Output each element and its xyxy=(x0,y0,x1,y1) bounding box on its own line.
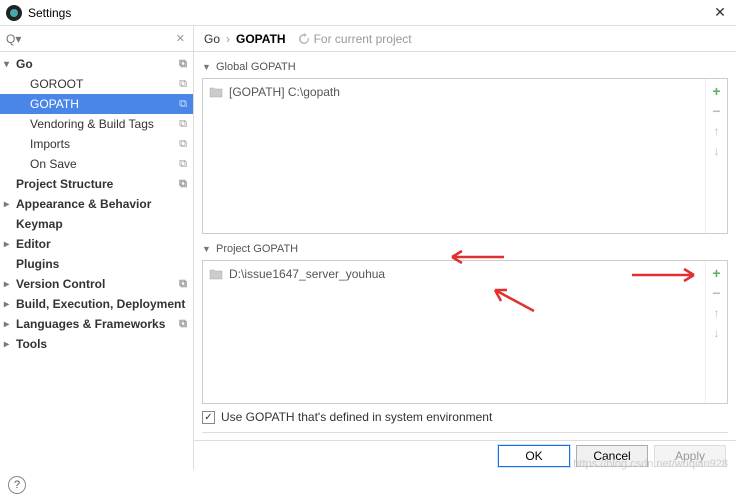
chevron-right-icon: ▸ xyxy=(4,339,14,350)
sidebar-item-build-execution-deployment[interactable]: ▸Build, Execution, Deployment xyxy=(0,294,193,314)
chevron-right-icon: › xyxy=(226,32,230,46)
chevron-down-icon: ▾ xyxy=(4,59,14,70)
settings-tree[interactable]: ▾Go⧉GOROOT⧉GOPATH⧉Vendoring & Build Tags… xyxy=(0,52,193,470)
breadcrumb-scope: For current project xyxy=(298,32,412,46)
global-gopath-list: [GOPATH] C:\gopath + − ↑ ↓ xyxy=(202,78,728,234)
chevron-right-icon: ▸ xyxy=(4,199,14,210)
sidebar-item-editor[interactable]: ▸Editor xyxy=(0,234,193,254)
project-scope-icon: ⧉ xyxy=(179,118,187,131)
sidebar-item-project-structure[interactable]: Project Structure⧉ xyxy=(0,174,193,194)
remove-project-gopath-button[interactable]: − xyxy=(709,285,725,301)
chevron-right-icon: ▸ xyxy=(4,299,14,310)
project-scope-icon: ⧉ xyxy=(179,78,187,91)
help-button[interactable]: ? xyxy=(8,476,26,494)
add-global-gopath-button[interactable]: + xyxy=(709,83,725,99)
search-clear-icon[interactable]: ✕ xyxy=(172,32,189,45)
chevron-right-icon: ▶ xyxy=(202,440,212,441)
chevron-down-icon: ▼ xyxy=(202,62,212,72)
breadcrumb-top[interactable]: Go xyxy=(204,32,220,46)
project-scope-icon: ⧉ xyxy=(179,278,187,291)
sidebar-item-plugins[interactable]: Plugins xyxy=(0,254,193,274)
add-project-gopath-button[interactable]: + xyxy=(709,265,725,281)
sidebar-item-vendoring-build-tags[interactable]: Vendoring & Build Tags⧉ xyxy=(0,114,193,134)
chevron-down-icon: ▼ xyxy=(202,244,212,254)
breadcrumb: Go › GOPATH For current project xyxy=(194,26,736,52)
sidebar-item-appearance-behavior[interactable]: ▸Appearance & Behavior xyxy=(0,194,193,214)
project-gopath-list: D:\issue1647_server_youhua + − ↑ ↓ xyxy=(202,260,728,404)
remove-global-gopath-button[interactable]: − xyxy=(709,103,725,119)
sidebar-item-on-save[interactable]: On Save⧉ xyxy=(0,154,193,174)
ok-button[interactable]: OK xyxy=(498,445,570,467)
search-input[interactable] xyxy=(4,30,172,48)
sidebar-item-tools[interactable]: ▸Tools xyxy=(0,334,193,354)
sidebar-item-go[interactable]: ▾Go⧉ xyxy=(0,54,193,74)
sidebar-item-languages-frameworks[interactable]: ▸Languages & Frameworks⧉ xyxy=(0,314,193,334)
chevron-right-icon: ▸ xyxy=(4,319,14,330)
list-item[interactable]: D:\issue1647_server_youhua xyxy=(209,265,699,283)
move-down-button[interactable]: ↓ xyxy=(709,325,725,341)
sidebar-item-gopath[interactable]: GOPATH⧉ xyxy=(0,94,193,114)
move-up-button[interactable]: ↑ xyxy=(709,123,725,139)
project-scope-icon: ⧉ xyxy=(179,158,187,171)
chevron-right-icon: ▸ xyxy=(4,279,14,290)
section-module-gopath-header[interactable]: ▶ Module GOPATH xyxy=(202,432,728,440)
project-scope-icon: ⧉ xyxy=(179,98,187,111)
use-env-gopath-checkbox[interactable]: ✓ Use GOPATH that's defined in system en… xyxy=(202,410,728,424)
sidebar-item-goroot[interactable]: GOROOT⧉ xyxy=(0,74,193,94)
project-scope-icon: ⧉ xyxy=(179,138,187,151)
project-scope-icon: ⧉ xyxy=(179,318,187,331)
project-scope-icon: ⧉ xyxy=(179,178,187,191)
section-global-gopath-header[interactable]: ▼ Global GOPATH xyxy=(202,58,728,76)
chevron-right-icon: ▸ xyxy=(4,239,14,250)
project-scope-icon xyxy=(298,33,310,45)
folder-icon xyxy=(209,268,223,280)
breadcrumb-current: GOPATH xyxy=(236,32,286,46)
sidebar-item-imports[interactable]: Imports⧉ xyxy=(0,134,193,154)
close-icon[interactable]: ✕ xyxy=(710,4,730,21)
project-scope-icon: ⧉ xyxy=(179,58,187,71)
settings-sidebar: ✕ ▾Go⧉GOROOT⧉GOPATH⧉Vendoring & Build Ta… xyxy=(0,26,194,470)
checkbox-icon: ✓ xyxy=(202,411,215,424)
window-title: Settings xyxy=(28,6,710,20)
sidebar-item-version-control[interactable]: ▸Version Control⧉ xyxy=(0,274,193,294)
folder-icon xyxy=(209,86,223,98)
app-icon xyxy=(6,5,22,21)
sidebar-item-keymap[interactable]: Keymap xyxy=(0,214,193,234)
watermark: https://blog.csdn.net/wuqian928 xyxy=(573,458,728,470)
list-item[interactable]: [GOPATH] C:\gopath xyxy=(209,83,699,101)
move-down-button[interactable]: ↓ xyxy=(709,143,725,159)
section-project-gopath-header[interactable]: ▼ Project GOPATH xyxy=(202,240,728,258)
move-up-button[interactable]: ↑ xyxy=(709,305,725,321)
